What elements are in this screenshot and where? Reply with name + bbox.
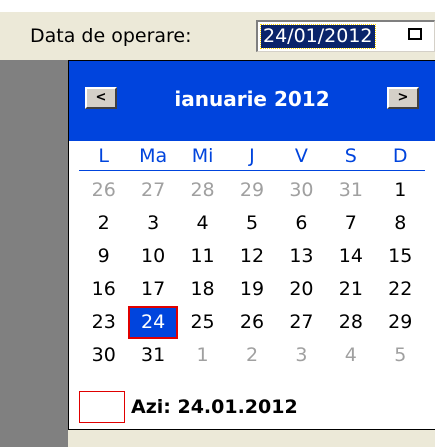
day-cell[interactable]: 1 bbox=[178, 339, 227, 372]
day-cell[interactable]: 26 bbox=[79, 174, 128, 207]
day-cell[interactable]: 10 bbox=[128, 240, 177, 273]
today-marker bbox=[79, 391, 125, 423]
day-cell[interactable]: 7 bbox=[326, 207, 375, 240]
day-cell[interactable]: 2 bbox=[227, 339, 276, 372]
day-cell[interactable]: 3 bbox=[128, 207, 177, 240]
weekday-header: L bbox=[98, 145, 109, 167]
day-cell[interactable]: 2 bbox=[79, 207, 128, 240]
weekday-header: V bbox=[294, 145, 308, 167]
day-cell[interactable]: 26 bbox=[227, 306, 276, 339]
days-grid: 26 27 28 29 30 31 1 2 3 4 5 6 7 8 9 10 11 12 13 14 15 16 17 18 1… bbox=[79, 174, 425, 372]
day-cell[interactable]: 28 bbox=[326, 306, 375, 339]
day-cell[interactable]: 14 bbox=[326, 240, 375, 273]
date-picker-field[interactable]: 24/01/2012 bbox=[256, 20, 435, 52]
checkbox-icon[interactable] bbox=[408, 28, 422, 40]
top-strip bbox=[0, 0, 435, 12]
date-label: Data de operare: bbox=[30, 25, 192, 47]
day-cell[interactable]: 12 bbox=[227, 240, 276, 273]
background-panel bbox=[0, 60, 68, 447]
previous-month-button[interactable]: < bbox=[85, 87, 117, 109]
day-cell[interactable]: 21 bbox=[326, 273, 375, 306]
day-cell[interactable]: 1 bbox=[376, 174, 425, 207]
weekday-header: Ma bbox=[139, 145, 168, 167]
day-cell[interactable]: 9 bbox=[79, 240, 128, 273]
weekday-divider bbox=[79, 170, 425, 171]
weekday-header: D bbox=[392, 145, 408, 167]
day-cell[interactable]: 30 bbox=[79, 339, 128, 372]
day-cell[interactable]: 20 bbox=[277, 273, 326, 306]
day-cell[interactable]: 3 bbox=[277, 339, 326, 372]
day-cell[interactable]: 11 bbox=[178, 240, 227, 273]
day-cell[interactable]: 8 bbox=[376, 207, 425, 240]
day-cell[interactable]: 5 bbox=[376, 339, 425, 372]
weekday-header: Mi bbox=[191, 145, 214, 167]
day-cell[interactable]: 22 bbox=[376, 273, 425, 306]
day-cell[interactable]: 6 bbox=[277, 207, 326, 240]
day-cell[interactable]: 18 bbox=[178, 273, 227, 306]
calendar-dropdown: < ianuarie 2012 > L Ma Mi J V S D 26 27 28 29 30 31… bbox=[68, 60, 435, 430]
day-cell[interactable]: 27 bbox=[277, 306, 326, 339]
day-cell[interactable]: 4 bbox=[326, 339, 375, 372]
day-cell[interactable]: 16 bbox=[79, 273, 128, 306]
day-cell[interactable]: 23 bbox=[79, 306, 128, 339]
day-cell[interactable]: 19 bbox=[227, 273, 276, 306]
day-cell[interactable]: 4 bbox=[178, 207, 227, 240]
day-cell[interactable]: 15 bbox=[376, 240, 425, 273]
day-cell[interactable]: 27 bbox=[128, 174, 177, 207]
day-cell[interactable]: 28 bbox=[178, 174, 227, 207]
today-label[interactable]: Azi: 24.01.2012 bbox=[131, 394, 298, 420]
day-cell[interactable]: 31 bbox=[128, 339, 177, 372]
weekday-header: S bbox=[344, 145, 357, 167]
day-cell[interactable]: 29 bbox=[376, 306, 425, 339]
selected-day-cell[interactable]: 24 bbox=[128, 306, 178, 339]
date-value[interactable]: 24/01/2012 bbox=[260, 24, 376, 49]
day-cell[interactable]: 29 bbox=[227, 174, 276, 207]
day-cell[interactable]: 13 bbox=[277, 240, 326, 273]
day-cell[interactable]: 31 bbox=[326, 174, 375, 207]
month-title[interactable]: ianuarie 2012 bbox=[129, 87, 375, 111]
day-cell[interactable]: 17 bbox=[128, 273, 177, 306]
chevron-right-icon: > bbox=[397, 90, 409, 105]
weekday-row: L Ma Mi J V S D bbox=[79, 141, 425, 171]
chevron-left-icon: < bbox=[95, 90, 107, 105]
next-month-button[interactable]: > bbox=[387, 87, 419, 109]
day-cell[interactable]: 25 bbox=[178, 306, 227, 339]
weekday-header: J bbox=[249, 145, 255, 167]
day-cell[interactable]: 5 bbox=[227, 207, 276, 240]
day-cell[interactable]: 30 bbox=[277, 174, 326, 207]
calendar-header: < ianuarie 2012 > bbox=[69, 61, 435, 141]
